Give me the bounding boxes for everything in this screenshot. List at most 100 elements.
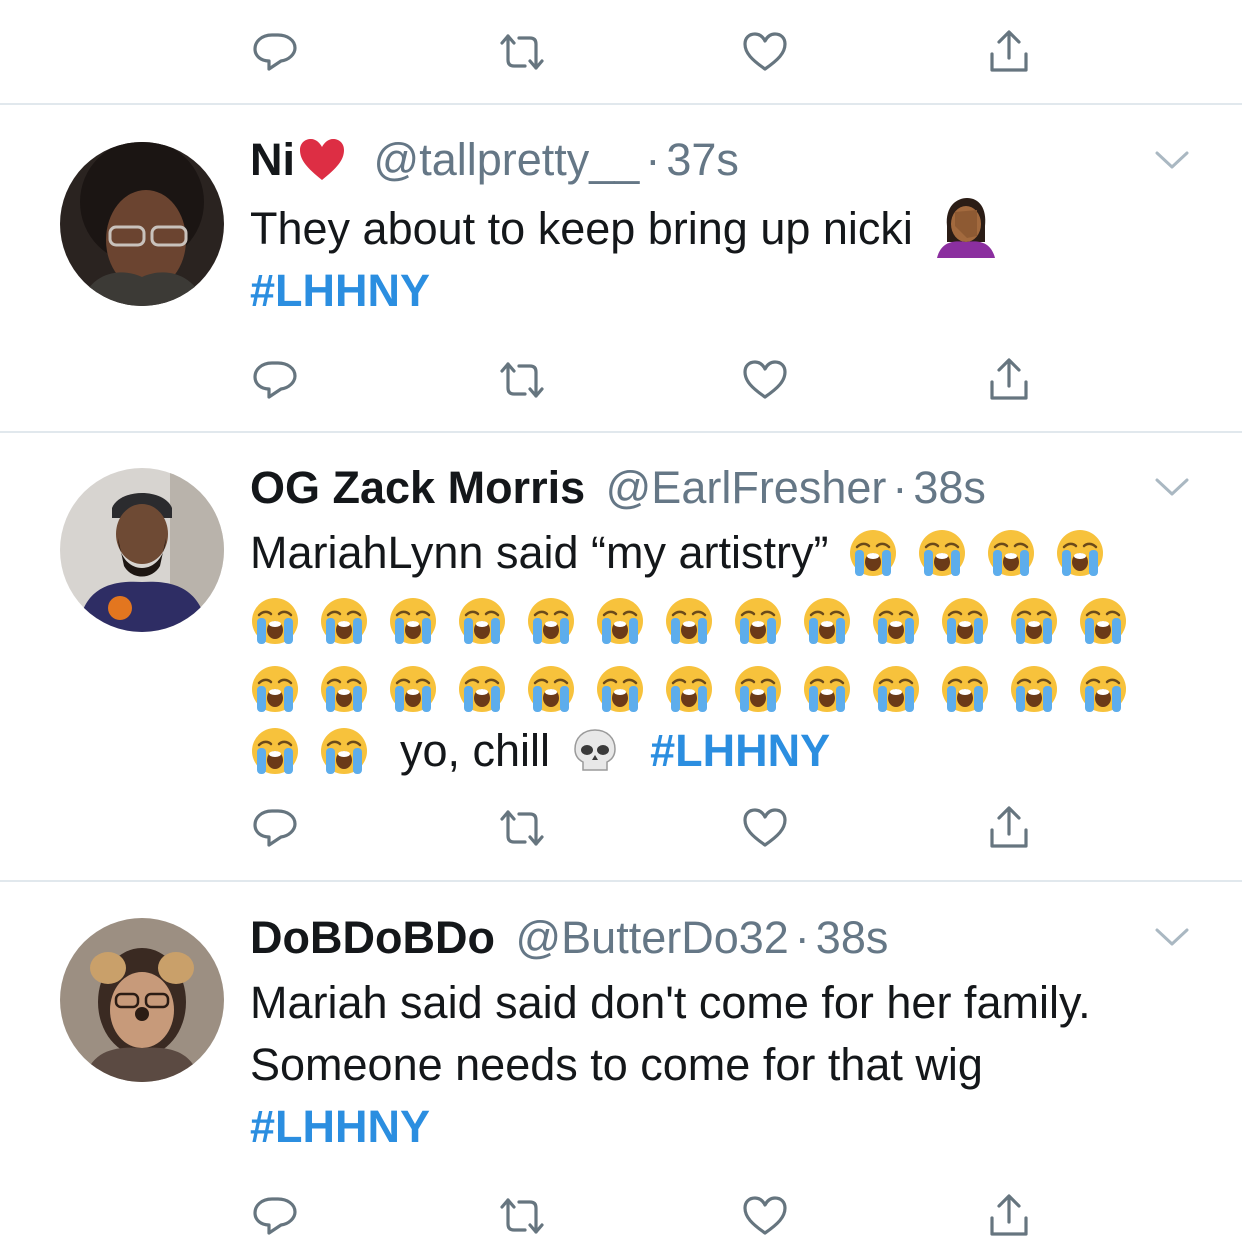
loudly-crying-face-icon	[664, 664, 714, 714]
retweet-button[interactable]	[492, 1186, 552, 1246]
share-icon	[990, 806, 1028, 848]
loudly-crying-face-icon	[1009, 596, 1059, 646]
retweet-icon	[500, 362, 544, 398]
loudly-crying-face-icon	[457, 596, 507, 646]
avatar[interactable]	[60, 142, 224, 306]
timestamp: 38s	[815, 912, 889, 963]
reply-button[interactable]	[245, 22, 305, 82]
crying-emoji-group	[250, 663, 1147, 714]
retweet-icon	[500, 34, 544, 70]
tweet-actions	[0, 798, 1242, 868]
dot-separator: ·	[892, 462, 908, 513]
retweet-icon	[500, 810, 544, 846]
handle[interactable]: @ButterDo32	[515, 912, 788, 963]
divider	[0, 103, 1242, 105]
like-button[interactable]	[735, 798, 795, 858]
crying-emoji-row	[250, 584, 1210, 658]
like-icon	[743, 360, 787, 399]
tweet-text: MariahLynn said “my artistry” yo, chill #…	[250, 522, 1210, 782]
tweet-menu-button[interactable]	[1152, 145, 1192, 175]
retweet-button[interactable]	[492, 798, 552, 858]
tweet-text-line: They about to keep bring up nicki	[250, 203, 913, 254]
loudly-crying-face-icon	[802, 664, 852, 714]
reply-button[interactable]	[245, 350, 305, 410]
handle[interactable]: @EarlFresher	[606, 462, 887, 513]
loudly-crying-face-icon	[250, 664, 300, 714]
dot-separator: ·	[794, 912, 810, 963]
loudly-crying-face-icon	[940, 596, 990, 646]
red-heart-icon	[297, 135, 347, 185]
reply-button[interactable]	[245, 798, 305, 858]
avatar[interactable]	[60, 918, 224, 1082]
share-button[interactable]	[979, 22, 1039, 82]
reply-button[interactable]	[245, 1186, 305, 1246]
like-icon	[743, 808, 787, 847]
like-button[interactable]	[735, 1186, 795, 1246]
tweet-menu-button[interactable]	[1152, 472, 1192, 502]
loudly-crying-face-icon	[733, 596, 783, 646]
tweet-menu-button[interactable]	[1152, 922, 1192, 952]
hashtag-link[interactable]: #LHHNY	[250, 1096, 1210, 1158]
loudly-crying-face-icon	[871, 664, 921, 714]
loudly-crying-face-icon	[250, 596, 300, 646]
tweet-actions	[0, 22, 1242, 92]
loudly-crying-face-icon	[319, 664, 369, 714]
loudly-crying-face-icon	[250, 726, 300, 776]
loudly-crying-face-icon	[526, 596, 576, 646]
display-name[interactable]: DoBDoBDo	[250, 912, 495, 963]
loudly-crying-face-icon	[940, 664, 990, 714]
skull-icon	[570, 726, 620, 776]
chevron-down-icon	[1155, 928, 1189, 946]
loudly-crying-face-icon	[1009, 664, 1059, 714]
tweet-header: Ni @tallpretty__ · 37s	[250, 130, 739, 190]
loudly-crying-face-icon	[802, 596, 852, 646]
loudly-crying-face-icon	[733, 664, 783, 714]
share-icon	[990, 30, 1028, 72]
loudly-crying-face-icon	[917, 528, 967, 578]
crying-emoji-group	[848, 527, 1124, 578]
reply-icon	[253, 809, 297, 847]
loudly-crying-face-icon	[986, 528, 1036, 578]
like-button[interactable]	[735, 22, 795, 82]
handle[interactable]: @tallpretty__	[374, 134, 640, 185]
like-button[interactable]	[735, 350, 795, 410]
loudly-crying-face-icon	[595, 664, 645, 714]
loudly-crying-face-icon	[319, 726, 369, 776]
tweet-actions	[0, 1186, 1242, 1256]
loudly-crying-face-icon	[388, 596, 438, 646]
chevron-down-icon	[1155, 478, 1189, 496]
loudly-crying-face-icon	[848, 528, 898, 578]
avatar[interactable]	[60, 468, 224, 632]
woman-facepalming-icon	[933, 196, 997, 258]
share-button[interactable]	[979, 350, 1039, 410]
chevron-down-icon	[1155, 151, 1189, 169]
display-name[interactable]: OG Zack Morris	[250, 462, 585, 513]
retweet-button[interactable]	[492, 22, 552, 82]
retweet-icon	[500, 1198, 544, 1234]
loudly-crying-face-icon	[526, 664, 576, 714]
loudly-crying-face-icon	[595, 596, 645, 646]
crying-emoji-row	[250, 658, 1210, 720]
retweet-button[interactable]	[492, 350, 552, 410]
tweet-text-line1: MariahLynn said “my artistry”	[250, 527, 829, 578]
share-button[interactable]	[979, 798, 1039, 858]
loudly-crying-face-icon	[1078, 596, 1128, 646]
reply-icon	[253, 33, 297, 71]
tweet-text-tail: yo, chill	[400, 725, 551, 776]
share-button[interactable]	[979, 1186, 1039, 1246]
tweet-text-line: Someone needs to come for that wig	[250, 1039, 983, 1090]
loudly-crying-face-icon	[1078, 664, 1128, 714]
dot-separator: ·	[645, 134, 661, 185]
tweet-text-line: yo, chill #LHHNY	[250, 720, 1210, 782]
tweet-header: DoBDoBDo @ButterDo32 · 38s	[250, 908, 888, 968]
crying-emoji-group	[250, 725, 388, 776]
loudly-crying-face-icon	[319, 596, 369, 646]
hashtag-link[interactable]: #LHHNY	[250, 265, 430, 316]
tweet-text-line: Mariah said said don't come for her fami…	[250, 977, 1091, 1028]
loudly-crying-face-icon	[457, 664, 507, 714]
like-icon	[743, 1196, 787, 1235]
tweet-text: They about to keep bring up nicki #LHHNY	[250, 196, 1210, 322]
hashtag-link[interactable]: #LHHNY	[650, 725, 830, 776]
timestamp: 38s	[913, 462, 986, 513]
display-name[interactable]: Ni	[250, 134, 295, 185]
